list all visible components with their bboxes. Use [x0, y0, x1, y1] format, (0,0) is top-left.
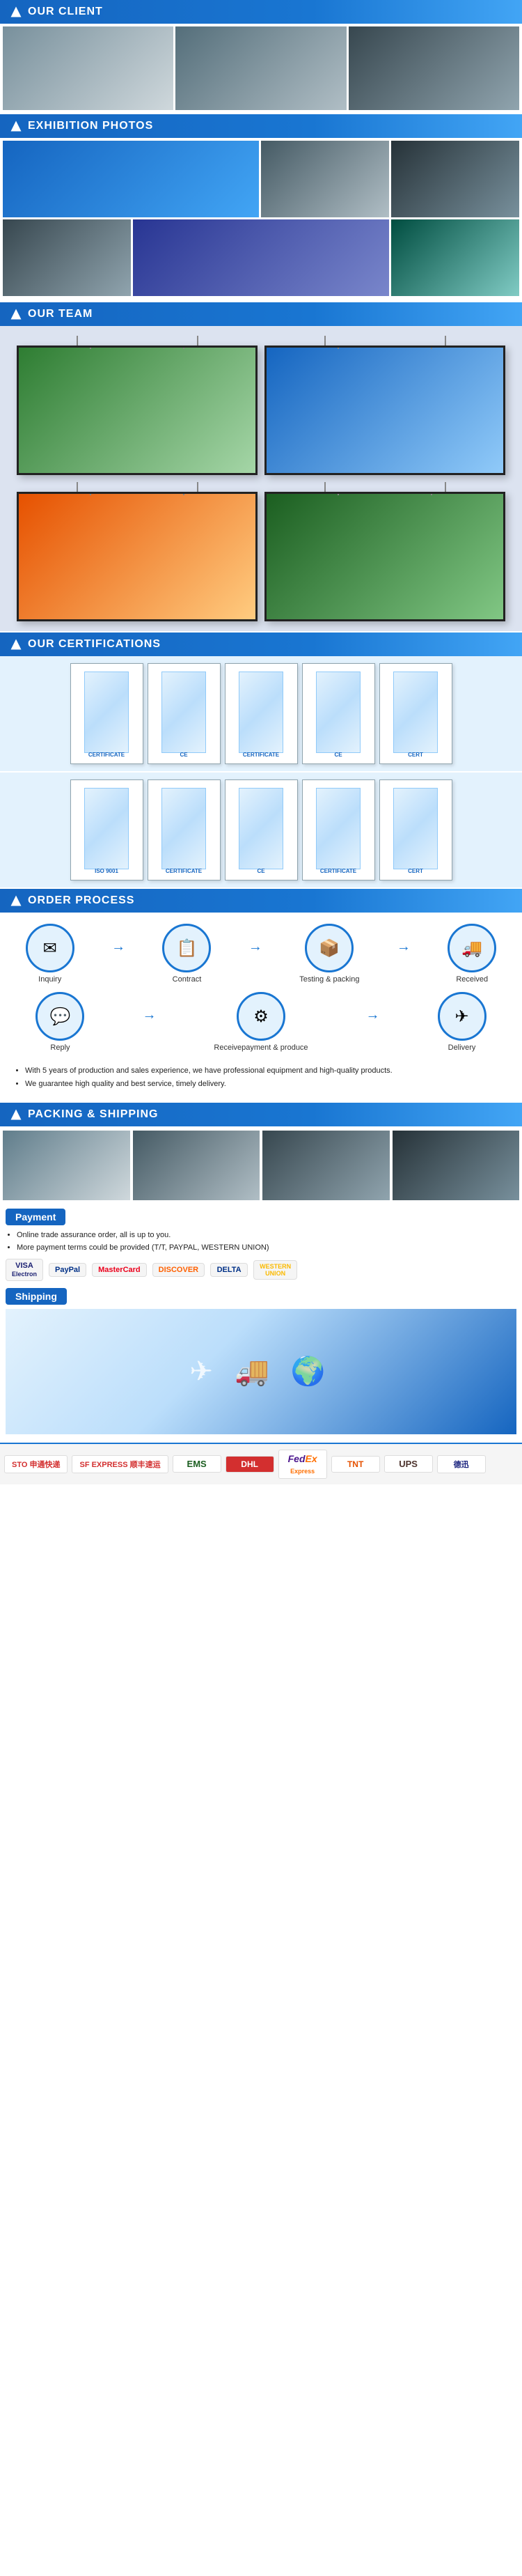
exhibition-photo-2: [261, 141, 389, 217]
exhibition-section: EXHIBITION PHOTOS: [0, 114, 522, 301]
team-frame-3: [17, 482, 258, 621]
discover-logo: DISCOVER: [152, 1263, 205, 1277]
cert-card-1: CERTIFICATE: [70, 663, 143, 764]
cert-card-6: ISO 9001: [70, 779, 143, 880]
our-team-section: OUR TEAM: [0, 302, 522, 631]
certifications-row1: CERTIFICATE CE CERTIFICATE CE CERT: [0, 656, 522, 771]
delta-logo: DELTA: [210, 1263, 248, 1277]
arrow-1: →: [111, 939, 125, 955]
order-process-content: ✉ Inquiry → 📋 Contract → 📦 Testing & pac…: [0, 913, 522, 1101]
team-frame-2: [264, 336, 505, 475]
reply-icon: 💬: [35, 992, 84, 1041]
client-photo-3: [349, 26, 519, 110]
order-process-header: ORDER PROCESS: [0, 889, 522, 913]
payment-logos: VISAElectron PayPal MasterCard DISCOVER …: [6, 1259, 516, 1281]
payment-bullet-1: Online trade assurance order, all is up …: [17, 1229, 516, 1242]
cert-card-9: CERTIFICATE: [302, 779, 375, 880]
client-photo-2: [175, 26, 346, 110]
testing-icon: 📦: [305, 924, 354, 972]
process-item-received: 🚚 Received: [448, 924, 496, 984]
cert-card-10: CERT: [379, 779, 452, 880]
paypal-logo: PayPal: [49, 1263, 86, 1277]
cert-card-5: CERT: [379, 663, 452, 764]
arrow-2: →: [248, 939, 262, 955]
team-photos-container: [0, 326, 522, 631]
payment-section: Payment Online trade assurance order, al…: [0, 1204, 522, 1442]
our-client-section: OUR CLIENT: [0, 0, 522, 113]
process-item-contract: 📋 Contract: [162, 924, 211, 984]
payment-icon: ⚙: [237, 992, 285, 1041]
exhibition-photo-1: [3, 141, 259, 217]
process-item-inquiry: ✉ Inquiry: [26, 924, 74, 984]
our-client-header: OUR CLIENT: [0, 0, 522, 24]
visa-logo: VISAElectron: [6, 1259, 43, 1281]
payment-label: Payment: [6, 1209, 65, 1225]
pack-photo-2: [133, 1131, 260, 1200]
arrow-4: →: [142, 1007, 156, 1023]
ems-logo: EMS: [173, 1455, 221, 1473]
sf-logo: SF EXPRESS 顺丰速运: [72, 1455, 168, 1473]
exhibition-photos-container: [0, 138, 522, 301]
delivery-icon: ✈: [438, 992, 487, 1041]
mastercard-logo: MasterCard: [92, 1263, 147, 1277]
received-icon: 🚚: [448, 924, 496, 972]
cert-card-7: CERTIFICATE: [148, 779, 221, 880]
our-team-header: OUR TEAM: [0, 302, 522, 326]
client-photo-1: [3, 26, 173, 110]
arrow-5: →: [366, 1007, 380, 1023]
western-union-logo: WESTERNUNION: [253, 1260, 297, 1280]
exhibition-photo-5: [133, 219, 389, 296]
packing-photos: [0, 1126, 522, 1204]
exhibition-header: EXHIBITION PHOTOS: [0, 114, 522, 138]
process-row-1: ✉ Inquiry → 📋 Contract → 📦 Testing & pac…: [7, 924, 515, 984]
tnt-logo: TNT: [331, 1456, 380, 1473]
shipping-image: [6, 1309, 516, 1434]
process-item-testing: 📦 Testing & packing: [299, 924, 359, 984]
cert-card-8: CE: [225, 779, 298, 880]
cert-card-2: CE: [148, 663, 221, 764]
cert-card-3: CERTIFICATE: [225, 663, 298, 764]
pack-photo-4: [393, 1131, 520, 1200]
cert-card-4: CE: [302, 663, 375, 764]
dhl-logo: DHL: [226, 1456, 274, 1473]
fedex-logo: FedExExpress: [278, 1450, 327, 1479]
arrow-3: →: [397, 939, 411, 955]
contract-icon: 📋: [162, 924, 211, 972]
process-item-reply: 💬 Reply: [35, 992, 84, 1052]
dejl-logo: 德迅: [437, 1455, 486, 1473]
exhibition-photo-4: [3, 219, 131, 296]
exhibition-photo-6: [391, 219, 519, 296]
exhibition-photo-3: [391, 141, 519, 217]
shipping-label: Shipping: [6, 1288, 67, 1305]
process-bullet-2: We guarantee high quality and best servi…: [25, 1078, 508, 1091]
inquiry-icon: ✉: [26, 924, 74, 972]
pack-photo-1: [3, 1131, 130, 1200]
process-item-delivery: ✈ Delivery: [438, 992, 487, 1052]
certifications-header: OUR CERTIFICATIONS: [0, 633, 522, 656]
process-row-2: 💬 Reply → ⚙ Receivepayment & produce → ✈…: [7, 992, 515, 1052]
payment-bullets: Online trade assurance order, all is up …: [6, 1229, 516, 1254]
certifications-row2: ISO 9001 CERTIFICATE CE CERTIFICATE CERT: [0, 773, 522, 887]
packing-shipping-section: PACKING & SHIPPING Payment Online trade …: [0, 1103, 522, 1484]
certifications-section: OUR CERTIFICATIONS CERTIFICATE CE CERTIF…: [0, 633, 522, 887]
process-bullet-1: With 5 years of production and sales exp…: [25, 1064, 508, 1078]
pack-photo-3: [262, 1131, 390, 1200]
order-process-section: ORDER PROCESS ✉ Inquiry → 📋 Contract → 📦…: [0, 889, 522, 1101]
courier-logos: STO 申通快递 SF EXPRESS 顺丰速运 EMS DHL FedExEx…: [0, 1443, 522, 1484]
order-process-bullets: With 5 years of production and sales exp…: [7, 1060, 515, 1094]
team-frame-4: [264, 482, 505, 621]
packing-shipping-header: PACKING & SHIPPING: [0, 1103, 522, 1126]
process-item-payment: ⚙ Receivepayment & produce: [214, 992, 308, 1052]
ups-logo: UPS: [384, 1455, 433, 1473]
client-photos-row: [0, 24, 522, 113]
sto-logo: STO 申通快递: [4, 1455, 68, 1473]
payment-bullet-2: More payment terms could be provided (T/…: [17, 1242, 516, 1255]
team-frame-1: [17, 336, 258, 475]
